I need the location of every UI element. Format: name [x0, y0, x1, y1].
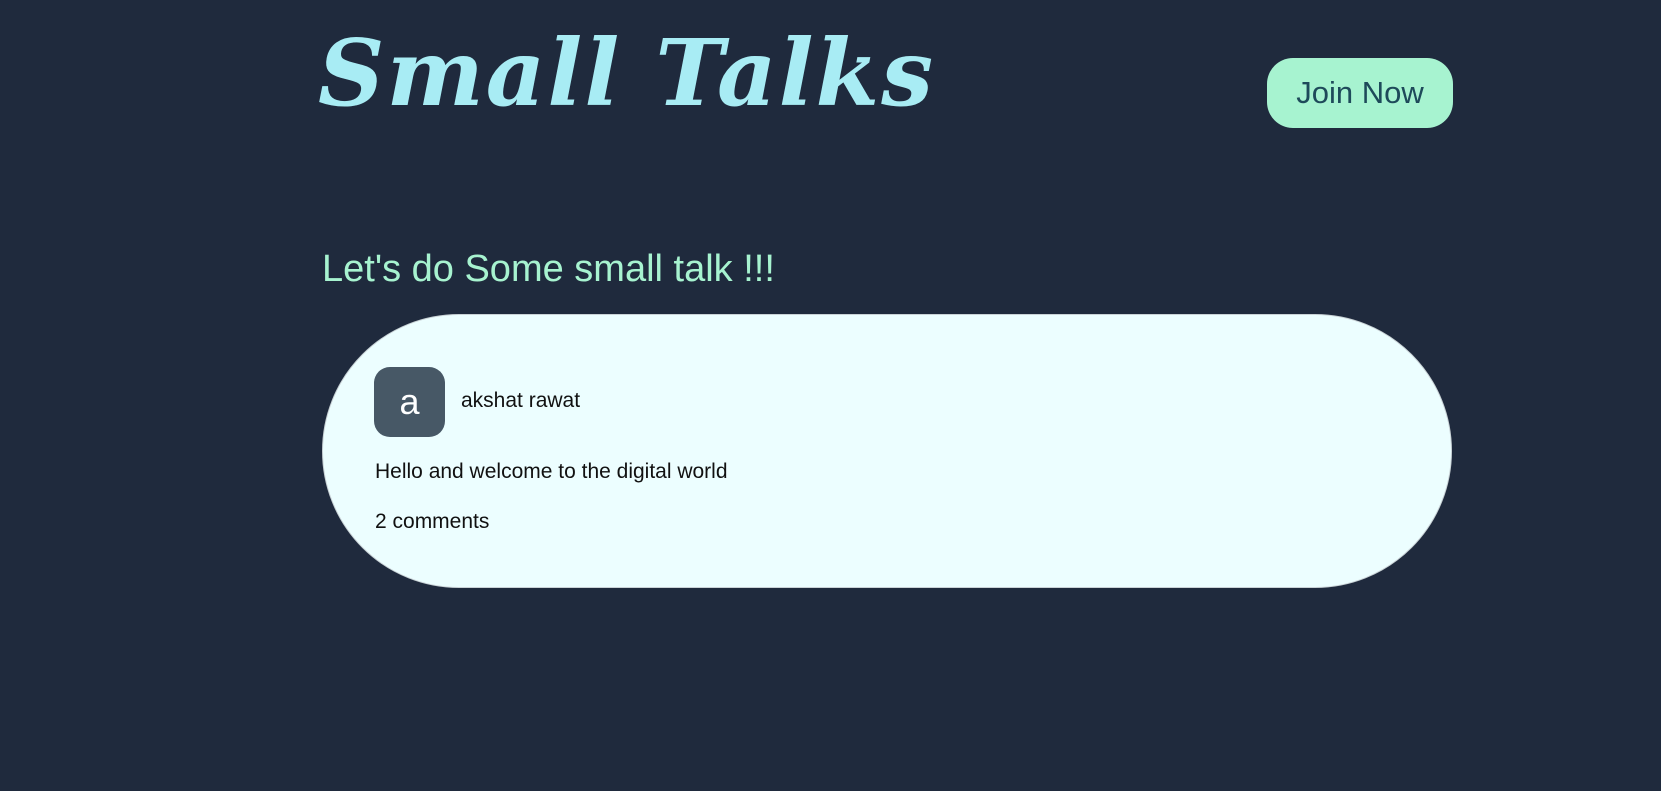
comments-link[interactable]: 2 comments — [375, 510, 489, 534]
post-text: Hello and welcome to the digital world — [375, 460, 728, 483]
page-heading: Let's do Some small talk !!! — [322, 248, 775, 290]
avatar: a — [374, 367, 445, 437]
post-card[interactable]: a akshat rawat Hello and welcome to the … — [322, 314, 1452, 588]
post-author: akshat rawat — [461, 389, 581, 412]
join-now-button[interactable]: Join Now — [1267, 58, 1453, 128]
page: Small Talks Join Now Let's do Some small… — [0, 0, 1661, 791]
site-logo[interactable]: Small Talks — [318, 18, 935, 128]
